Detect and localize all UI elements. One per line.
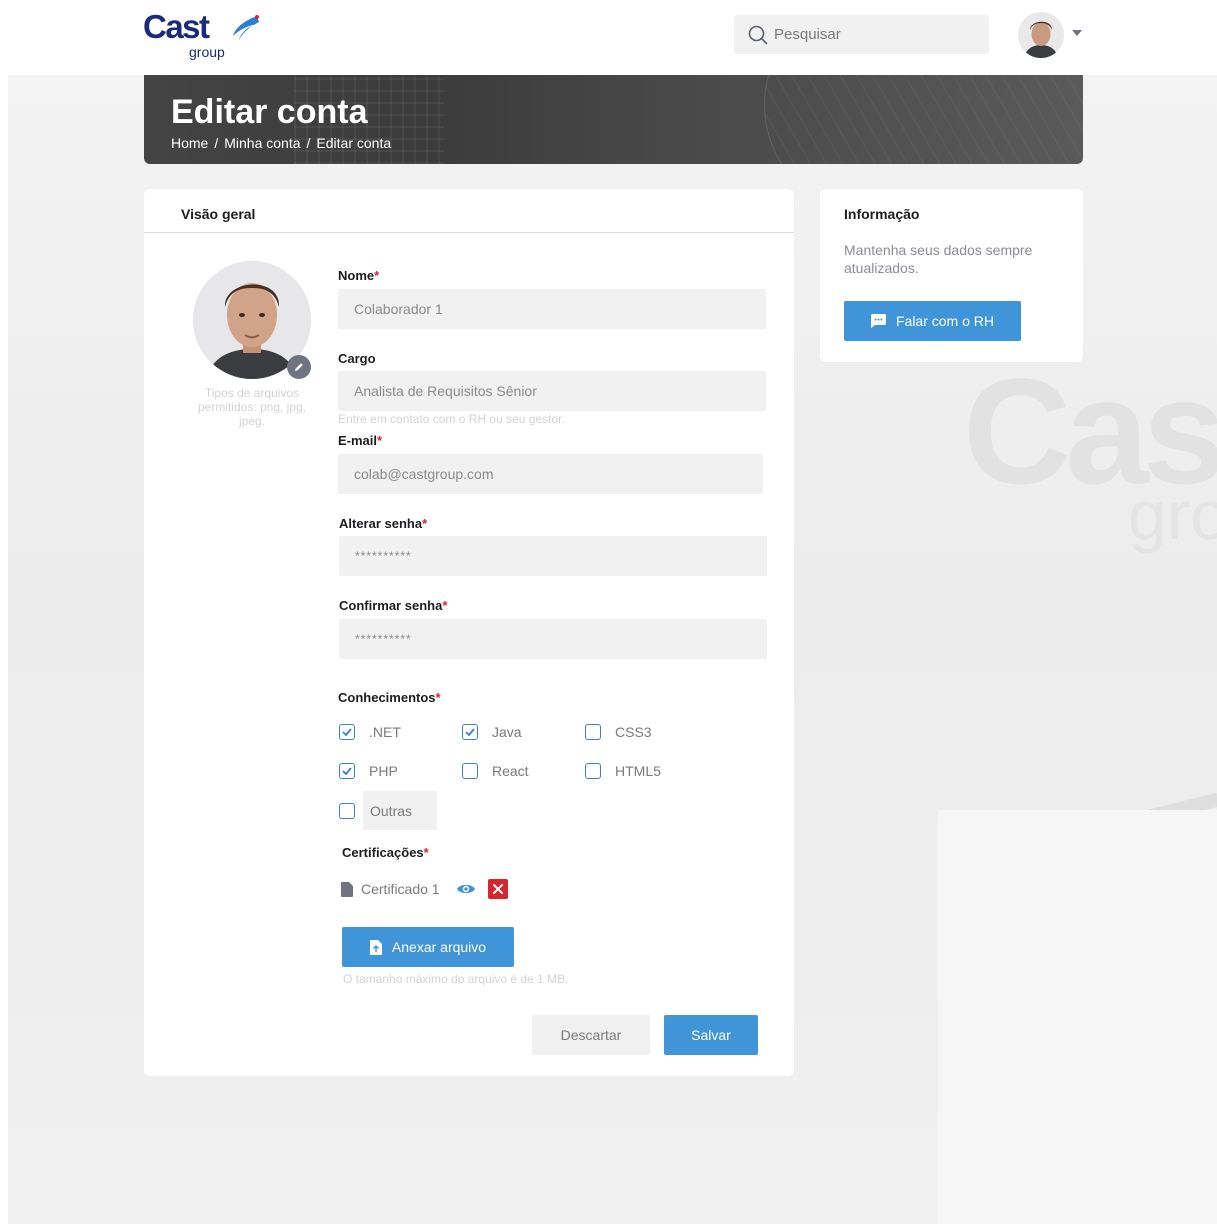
- view-certificate-button[interactable]: [456, 879, 476, 899]
- confirm-password-label: Confirmar senha*: [339, 598, 447, 613]
- checkbox-checked-icon: [462, 724, 478, 740]
- certifications-label-text: Certificações: [342, 845, 424, 860]
- checkbox-checked-icon: [339, 724, 355, 740]
- skill-label: PHP: [369, 763, 398, 779]
- search-icon: [748, 25, 768, 44]
- email-label: E-mail*: [338, 433, 382, 448]
- certifications-label: Certificações*: [342, 845, 429, 860]
- delete-certificate-button[interactable]: [487, 879, 508, 899]
- chevron-down-icon[interactable]: [1072, 30, 1082, 36]
- attach-file-label: Anexar arquivo: [391, 939, 487, 955]
- contact-hr-button[interactable]: Falar com o RH: [844, 301, 1021, 341]
- checkbox-unchecked-icon: [585, 763, 601, 779]
- logo-swoosh-icon: [233, 15, 259, 40]
- checkbox-checked-icon: [339, 763, 355, 779]
- checkbox-unchecked-icon: [462, 763, 478, 779]
- password-label: Alterar senha*: [339, 516, 427, 531]
- skill-checkbox-html5[interactable]: HTML5: [585, 763, 661, 779]
- role-label: Cargo: [338, 351, 376, 366]
- info-card: Informação Mantenha seus dados sempre at…: [820, 189, 1083, 362]
- search-input[interactable]: Pesquisar: [734, 15, 989, 54]
- card-divider: [144, 232, 794, 233]
- role-field: Analista de Requisitos Sênior: [338, 371, 766, 411]
- required-mark: *: [442, 598, 448, 613]
- breadcrumb-separator: /: [214, 135, 219, 151]
- certificate-item: Certificado 1: [341, 879, 508, 899]
- skill-checkbox-net[interactable]: .NET: [339, 724, 401, 740]
- required-mark: *: [377, 433, 383, 448]
- skills-label-text: Conhecimentos: [338, 690, 436, 705]
- skill-label: Java: [492, 724, 522, 740]
- user-avatar[interactable]: [1018, 12, 1064, 58]
- discard-button[interactable]: Descartar: [532, 1015, 650, 1055]
- skill-label: .NET: [369, 724, 401, 740]
- other-skills-input[interactable]: Outras: [363, 791, 437, 830]
- background-decoration: [938, 810, 1217, 1224]
- password-label-text: Alterar senha: [339, 516, 423, 531]
- password-field[interactable]: **********: [339, 536, 767, 576]
- user-photo-icon: [1018, 12, 1064, 58]
- banner-decoration: [764, 75, 1083, 164]
- skill-checkbox-css3[interactable]: CSS3: [585, 724, 652, 740]
- breadcrumb-separator: /: [306, 135, 311, 151]
- close-icon: [492, 884, 503, 894]
- skill-checkbox-java[interactable]: Java: [462, 724, 522, 740]
- skill-checkbox-php[interactable]: PHP: [339, 763, 398, 779]
- page-banner: Editar conta Home / Minha conta / Editar…: [144, 75, 1083, 164]
- skill-label: CSS3: [615, 724, 652, 740]
- email-field[interactable]: colab@castgroup.com: [338, 454, 763, 494]
- breadcrumb-current: Editar conta: [316, 135, 392, 151]
- name-field[interactable]: Colaborador 1: [338, 289, 766, 329]
- role-hint: Entre em contato com o RH ou seu gestor.: [338, 412, 565, 426]
- checkbox-unchecked-icon: [339, 803, 355, 819]
- skills-label: Conhecimentos*: [338, 690, 441, 705]
- card-title: Visão geral: [181, 206, 256, 222]
- info-text: Mantenha seus dados sempre atualizados.: [844, 242, 1033, 276]
- info-title: Informação: [844, 206, 920, 222]
- background-logo-sub: grou: [1128, 476, 1217, 554]
- breadcrumb-home[interactable]: Home: [171, 135, 208, 151]
- contact-hr-label: Falar com o RH: [895, 313, 995, 329]
- breadcrumb: Home / Minha conta / Editar conta: [171, 135, 391, 151]
- cast-group-logo[interactable]: Cast group: [143, 8, 263, 60]
- file-icon: [341, 881, 353, 897]
- skill-label: HTML5: [615, 763, 661, 779]
- logo-word: Cast: [143, 8, 210, 45]
- logo-sub: group: [189, 44, 225, 60]
- pencil-icon: [295, 363, 303, 371]
- certificate-name[interactable]: Certificado 1: [361, 881, 440, 897]
- skill-checkbox-react[interactable]: React: [462, 763, 529, 779]
- page-title: Editar conta: [171, 93, 368, 131]
- name-label: Nome*: [338, 268, 379, 283]
- checkbox-unchecked-icon: [585, 724, 601, 740]
- file-size-hint: O tamanho máximo do arquivo é de 1 MB.: [343, 972, 569, 986]
- breadcrumb-my-account[interactable]: Minha conta: [224, 135, 300, 151]
- eye-icon: [456, 884, 475, 894]
- email-label-text: E-mail: [338, 433, 378, 448]
- required-mark: *: [374, 268, 380, 283]
- name-label-text: Nome: [338, 268, 375, 283]
- photo-file-types-hint: Tipos de arquivos permitidos: png, jpg, …: [197, 386, 307, 428]
- file-upload-icon: [369, 939, 382, 955]
- top-header: Cast group Pesquisar: [0, 0, 1217, 75]
- edit-photo-button[interactable]: [287, 355, 311, 379]
- skill-checkbox-other[interactable]: [339, 803, 355, 819]
- required-mark: *: [422, 516, 428, 531]
- search-placeholder: Pesquisar: [774, 26, 841, 43]
- save-button[interactable]: Salvar: [664, 1015, 758, 1055]
- required-mark: *: [423, 845, 429, 860]
- confirm-password-field[interactable]: **********: [339, 619, 767, 659]
- overview-card: Visão geral Tipos de arquivos permitidos…: [144, 189, 794, 1076]
- chat-icon: [870, 314, 886, 328]
- required-mark: *: [435, 690, 441, 705]
- attach-file-button[interactable]: Anexar arquivo: [342, 927, 514, 967]
- confirm-password-label-text: Confirmar senha: [339, 598, 443, 613]
- skill-label: React: [492, 763, 529, 779]
